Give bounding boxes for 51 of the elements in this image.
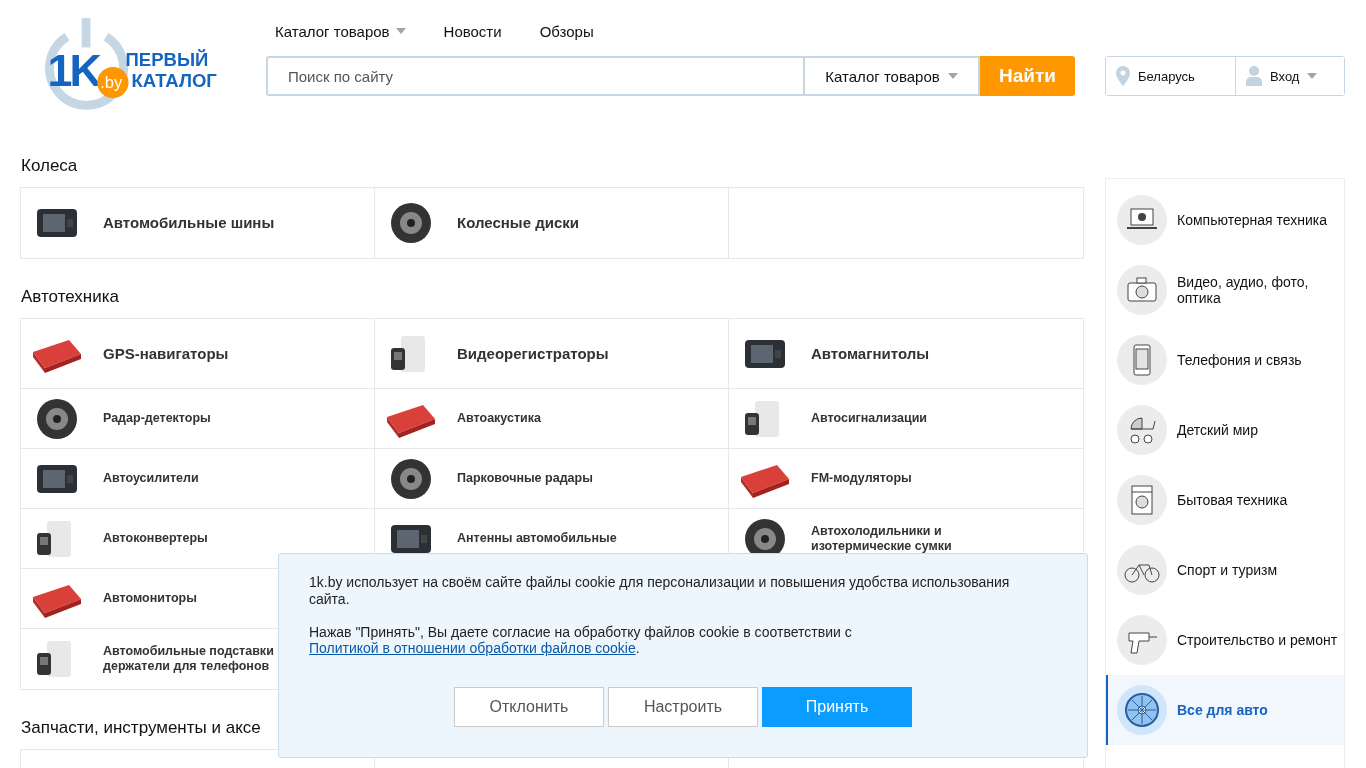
nav-link[interactable]: Обзоры <box>539 22 594 40</box>
category-link[interactable]: Радар-детекторы <box>103 411 211 426</box>
category-link[interactable]: Автоконвертеры <box>103 531 208 546</box>
section-title: Запчасти, инструменты и аксе <box>21 718 262 738</box>
sidebar-item[interactable]: Все для авто <box>1106 675 1344 745</box>
sidebar-item[interactable]: Бытовая техника <box>1106 465 1344 535</box>
laptop-icon <box>1117 195 1167 245</box>
logo[interactable]: 1K.by ПЕРВЫЙ КАТАЛОГ <box>28 14 228 116</box>
category-link[interactable]: GPS-навигаторы <box>103 344 229 363</box>
cookie-text: 1k.by использует на своём сайте файлы cookie для персонализации и повышения удобства использования сайта. <box>309 574 1011 608</box>
bicycle-icon <box>1117 545 1167 595</box>
category-link[interactable]: Автомагнитолы <box>811 344 929 363</box>
policy-link[interactable]: Политикой в отношении обработки файлов cookie <box>309 640 636 657</box>
sidebar-item[interactable]: Детский мир <box>1106 395 1344 465</box>
wheel-icon <box>1117 685 1167 735</box>
washing-machine-icon <box>1117 475 1167 525</box>
sidebar-item[interactable]: Телефония и связь <box>1106 325 1344 395</box>
region-button[interactable]: Беларусь <box>1106 57 1236 95</box>
catalog-dropdown[interactable]: Каталог товаров <box>803 56 980 96</box>
location-pin-icon <box>1116 66 1130 86</box>
camera-icon <box>1117 265 1167 315</box>
cookie-button[interactable]: Настроить <box>608 687 758 728</box>
category-link[interactable]: Автосигнализации <box>811 411 927 426</box>
caret-icon <box>1307 73 1318 79</box>
sidebar-item[interactable]: Спорт и туризм <box>1106 535 1344 605</box>
consent-text: Нажав "Принять", Вы даете согласие на обработку файлов cookie в соответствии с Политикой в отношении обработки файлов cookie. <box>309 623 853 658</box>
user-icon <box>1246 66 1262 86</box>
category-link[interactable]: Видеорегистраторы <box>457 344 609 363</box>
section-title: Колеса <box>21 156 79 176</box>
caret-icon <box>947 73 958 79</box>
search-field[interactable]: Поиск по сайту <box>266 56 803 96</box>
nav-link[interactable]: Каталог товаров <box>275 22 406 40</box>
category-link[interactable]: FM-модуляторы <box>811 471 912 486</box>
sidebar-item[interactable]: Видео, аудио, фото, оптика <box>1106 255 1344 325</box>
cookie-button[interactable]: Отклонить <box>454 687 604 728</box>
category-link[interactable]: Автоусилители <box>103 471 199 486</box>
category-link[interactable]: Автомобильные подставки держатели для телефонов <box>103 644 275 674</box>
sidebar-item[interactable]: Компьютерная техника <box>1106 185 1344 255</box>
category-link[interactable]: Автомониторы <box>103 591 197 606</box>
nav-link[interactable]: Новости <box>443 22 502 40</box>
category-link[interactable]: Колесные диски <box>457 214 579 232</box>
category-link[interactable]: Автоакустика <box>457 411 541 426</box>
section-title: Автотехника <box>21 287 120 307</box>
sidebar-item[interactable]: Строительство и ремонт <box>1106 605 1344 675</box>
category-link[interactable]: Автомобильные шины <box>103 214 275 232</box>
category-link[interactable]: Антенны автомобильные <box>457 531 617 546</box>
drill-icon <box>1117 615 1167 665</box>
phone-icon <box>1117 335 1167 385</box>
category-link[interactable]: Автохолодильники и изотермические сумки <box>811 523 983 554</box>
stroller-icon <box>1117 405 1167 455</box>
category-link[interactable]: Парковочные радары <box>457 471 593 486</box>
